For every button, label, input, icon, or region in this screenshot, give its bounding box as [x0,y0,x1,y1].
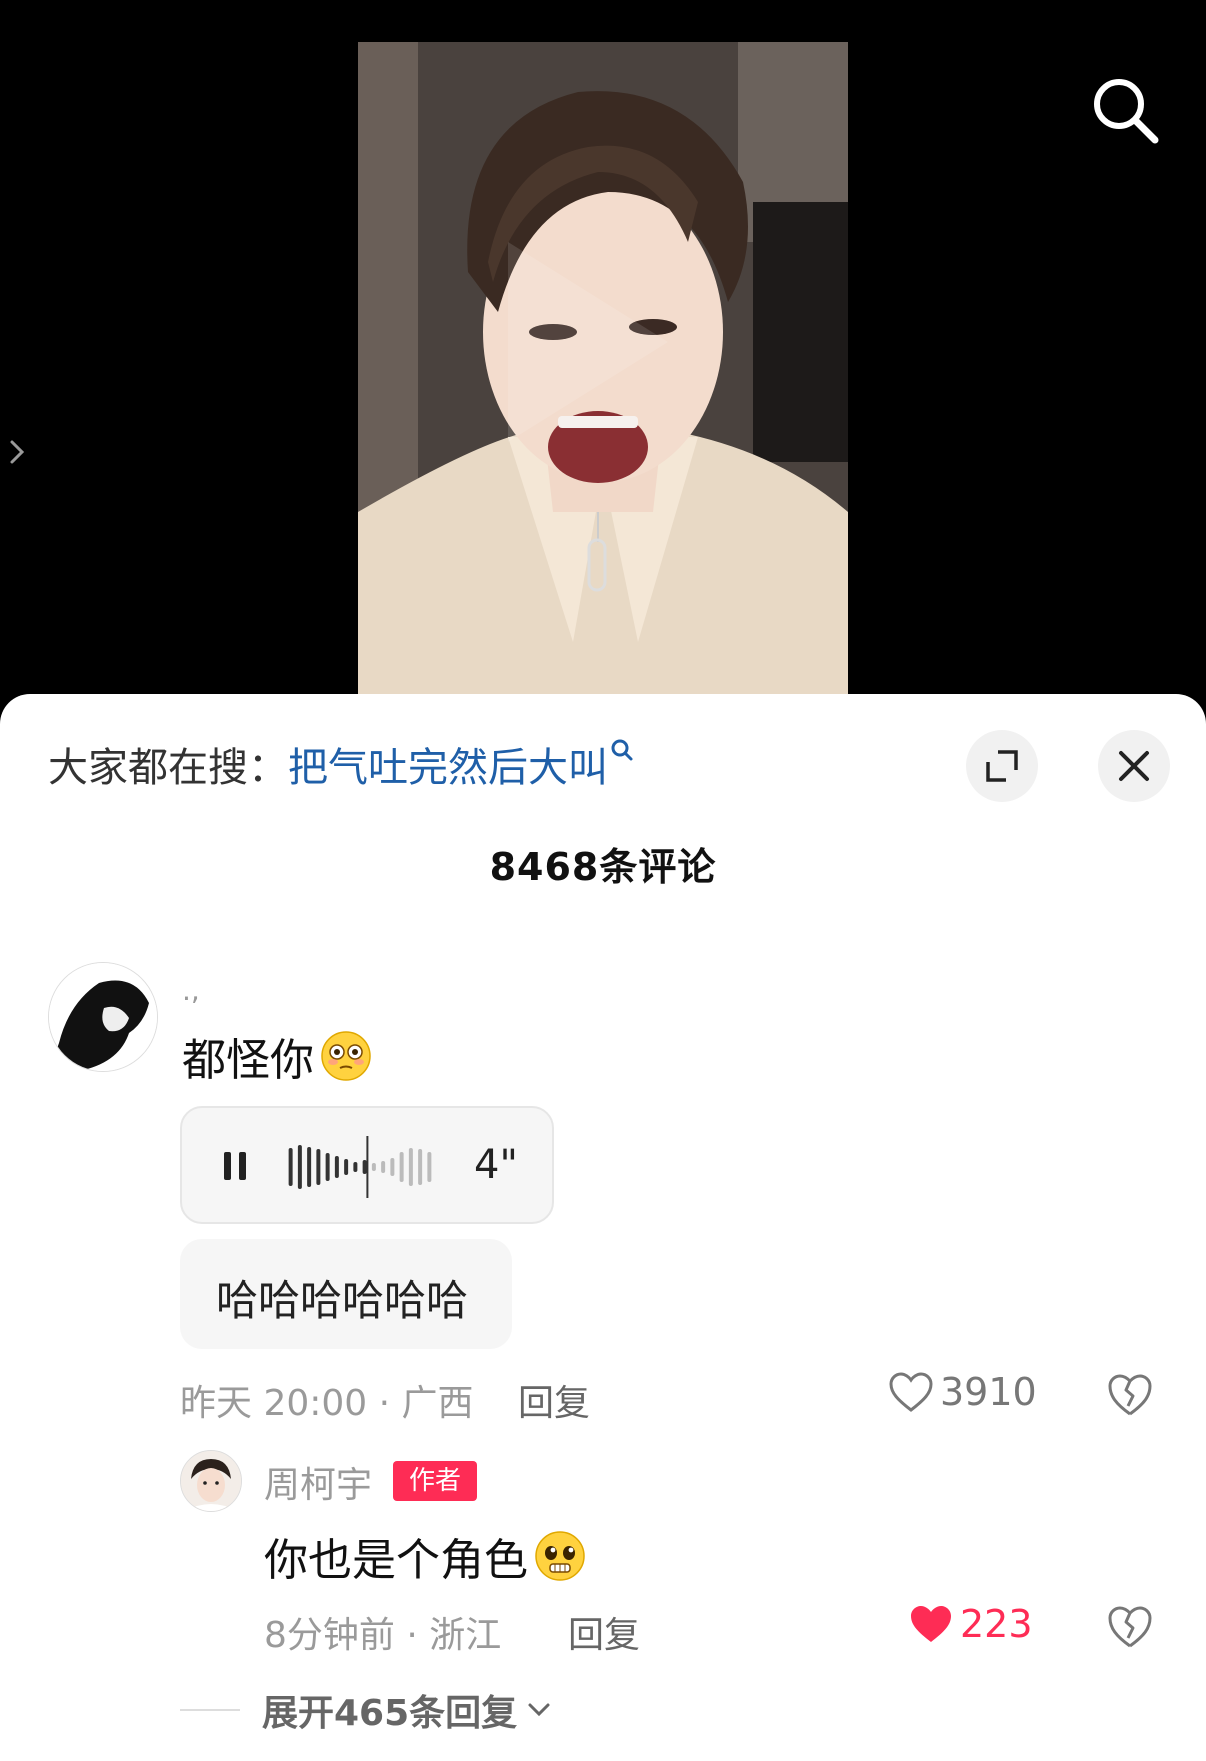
waveform-bar [381,1161,386,1173]
comment-text: 都怪你 [182,1024,372,1088]
heart-filled-icon [911,1606,951,1642]
reply-text: 你也是个角色 [264,1524,586,1588]
search-icon [611,739,633,761]
reply-body: 你也是个角色 [264,1535,528,1586]
heart-icon [889,1372,933,1412]
trending-search-term[interactable]: 把气吐完然后大叫 [288,735,608,793]
trending-prefix: 大家都在搜： [48,745,288,791]
reply-button[interactable]: 回复 [518,1374,590,1426]
trending-search[interactable]: 大家都在搜： 把气吐完然后大叫 [48,736,634,792]
avatar[interactable] [180,1450,242,1512]
waveform-bar [316,1149,321,1185]
waveform-bar [307,1147,312,1187]
comment-meta: 昨天 20:00 · 广西 [180,1383,474,1424]
voice-waveform[interactable] [286,1136,434,1198]
close-button[interactable] [1098,730,1170,802]
waveform-bar [371,1163,376,1171]
pleading-face-icon [535,1531,585,1581]
search-button[interactable] [1085,70,1165,150]
expand-button[interactable] [966,730,1038,802]
video-player[interactable] [358,42,848,694]
reply-meta: 8分钟前 · 浙江 [264,1615,502,1656]
comment-body: 都怪你 [182,1035,314,1086]
voice-message[interactable]: 4" [180,1106,554,1224]
chevron-right-icon[interactable] [6,434,30,470]
expand-replies-label: 展开465条回复 [262,1693,518,1734]
waveform-bar [297,1145,302,1189]
dislike-icon[interactable] [1106,1372,1154,1418]
transcript-text: 哈哈哈哈哈哈 [216,1276,469,1325]
waveform-bar [362,1160,367,1174]
waveform-bar [418,1149,423,1185]
divider [180,1709,240,1711]
waveform-bar [399,1152,404,1182]
pause-icon[interactable] [222,1150,248,1182]
chevron-down-icon [528,1703,550,1717]
expand-replies-button[interactable]: 展开465条回复 [180,1684,553,1736]
waveform-bar [390,1158,395,1176]
comment-username[interactable]: ., [182,974,200,1007]
waveform-bar [288,1148,293,1186]
like-button[interactable]: 3910 [888,1370,1037,1414]
like-count: 223 [960,1602,1033,1646]
waveform-bar [334,1156,339,1178]
comment-sheet: 大家都在搜： 把气吐完然后大叫 8468条评论 ., 都怪你 4" 哈哈哈哈哈哈… [0,694,1206,1761]
waveform-bar [353,1162,358,1172]
waveform-bar [325,1153,330,1181]
reply-button[interactable]: 回复 [568,1606,640,1658]
waveform-bar [427,1152,432,1182]
author-badge: 作者 [393,1461,477,1501]
reply-username[interactable]: 周柯宇 [264,1456,372,1508]
waveform-bar [344,1159,349,1175]
video-area[interactable] [0,0,1206,720]
flushed-face-icon [321,1031,371,1081]
like-button[interactable]: 223 [908,1602,1033,1646]
waveform-bar [408,1148,413,1186]
video-frame-image [358,42,848,694]
search-icon [1094,79,1159,144]
dislike-icon[interactable] [1106,1604,1154,1650]
like-count: 3910 [940,1370,1037,1414]
avatar[interactable] [48,962,158,1072]
comment-count: 8468条评论 [489,845,717,889]
close-icon [1119,751,1149,781]
voice-transcript: 哈哈哈哈哈哈 [180,1239,512,1349]
voice-duration: 4" [474,1142,518,1188]
expand-icon [986,750,1018,782]
